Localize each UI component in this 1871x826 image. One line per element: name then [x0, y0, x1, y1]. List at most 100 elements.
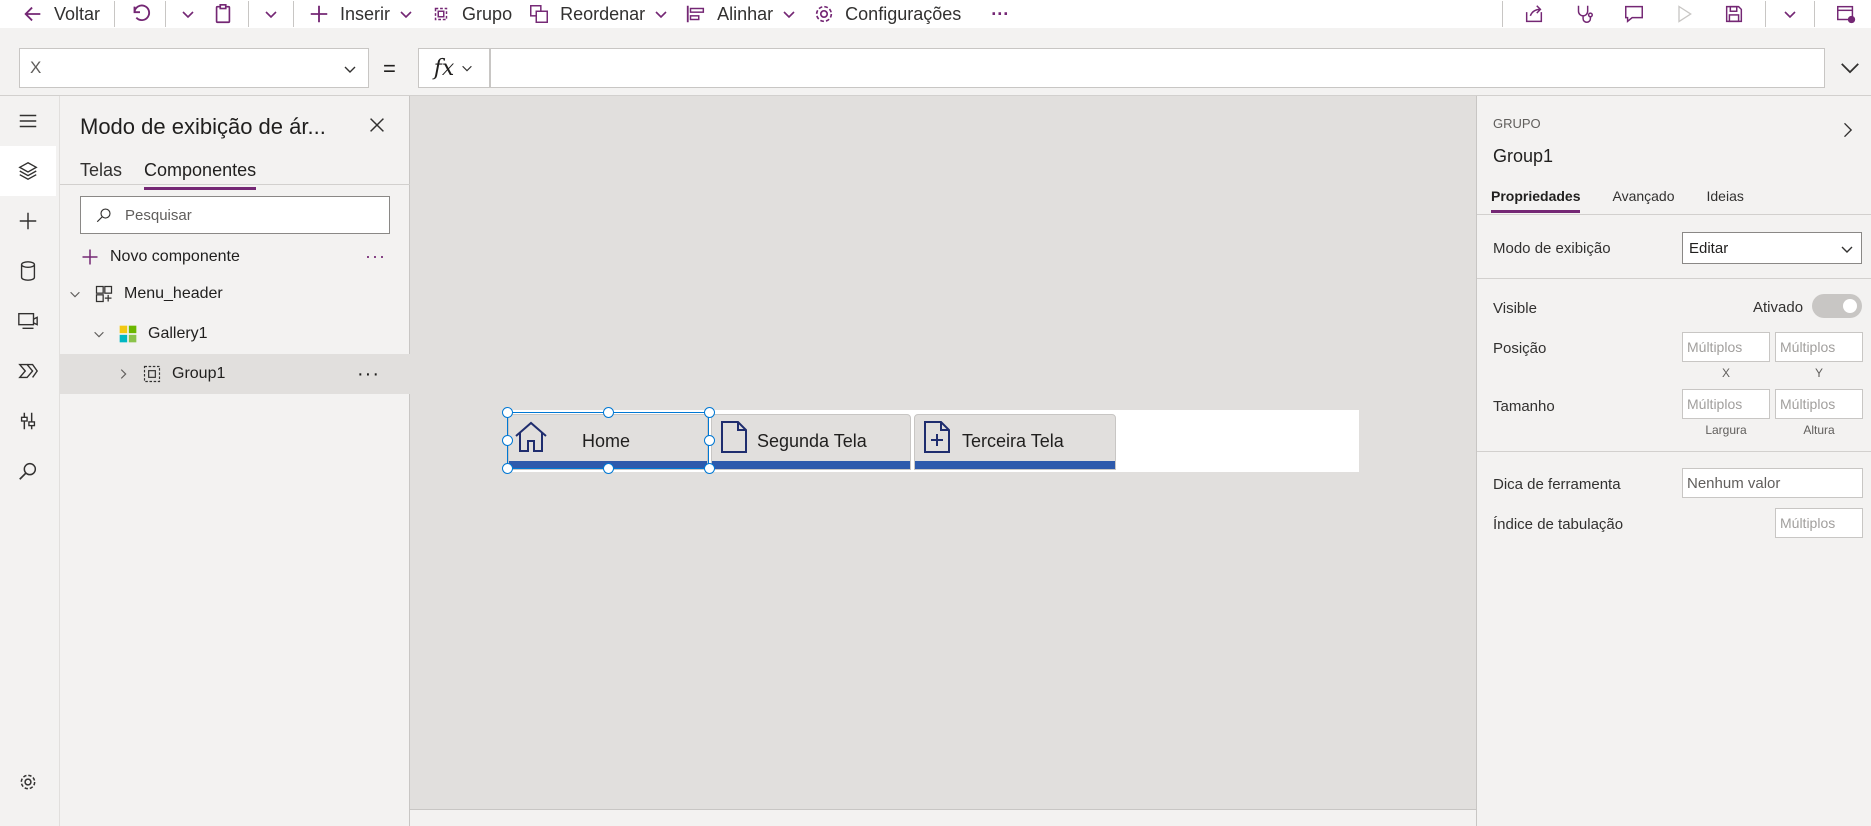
paste-menu-button[interactable] [255, 0, 287, 28]
chevron-down-icon[interactable] [92, 327, 106, 341]
tab-components[interactable]: Componentes [144, 160, 257, 190]
undo-button[interactable] [121, 0, 159, 28]
media-button[interactable] [0, 296, 56, 346]
resize-handle[interactable] [603, 407, 614, 418]
new-component-button[interactable]: Novo componente ··· [80, 242, 400, 272]
control-name[interactable]: Group1 [1493, 146, 1553, 167]
comments-button[interactable] [1609, 0, 1659, 28]
chevron-down-icon [265, 11, 277, 19]
tooltip-label: Dica de ferramenta [1493, 476, 1621, 493]
chevron-right-icon[interactable] [1837, 120, 1857, 140]
new-component-more-button[interactable]: ··· [365, 246, 386, 267]
save-menu-button[interactable] [1772, 0, 1808, 28]
nav-button-label: Terceira Tela [962, 431, 1064, 451]
height-field[interactable]: Múltiplos [1775, 389, 1863, 419]
insert-rail-button[interactable] [0, 196, 56, 246]
tree-node-label: Menu_header [124, 285, 223, 302]
resize-handle[interactable] [704, 407, 715, 418]
formula-input[interactable] [490, 48, 1825, 88]
selection-box [507, 412, 709, 469]
position-y-field[interactable]: Múltiplos [1775, 332, 1863, 362]
tree-node-label: Group1 [172, 365, 226, 382]
save-button[interactable] [1709, 0, 1759, 28]
equals-sign: = [383, 56, 396, 81]
tab-properties[interactable]: Propriedades [1491, 188, 1581, 213]
resize-handle[interactable] [502, 463, 513, 474]
accent-bar [712, 461, 910, 469]
clipboard-icon [215, 4, 231, 24]
chevron-down-icon[interactable] [68, 287, 82, 301]
accent-bar [915, 461, 1115, 469]
chevron-down-icon [1841, 246, 1853, 253]
property-dropdown[interactable]: X [19, 48, 369, 88]
plus-icon [19, 212, 37, 230]
arrow-left-icon [24, 6, 41, 22]
align-button[interactable]: Alinhar [677, 0, 805, 28]
tree-view-button[interactable] [0, 146, 56, 196]
group-button[interactable]: Grupo [422, 0, 520, 28]
tree-node-gallery1[interactable]: Gallery1 [60, 314, 410, 354]
visible-toggle[interactable] [1812, 294, 1862, 318]
width-caption: Largura [1705, 423, 1747, 437]
insert-label: Inserir [340, 3, 391, 24]
resize-handle[interactable] [502, 407, 513, 418]
close-icon[interactable] [366, 114, 388, 136]
settings-rail-button[interactable] [0, 757, 56, 807]
data-button[interactable] [0, 246, 56, 296]
chevron-down-icon [1841, 63, 1859, 74]
reorder-label: Reordenar [560, 3, 646, 24]
preview-button[interactable] [1659, 0, 1709, 28]
reorder-button[interactable]: Reordenar [520, 0, 677, 28]
divider [60, 184, 410, 185]
display-mode-dropdown[interactable]: Editar [1682, 232, 1862, 264]
resize-handle[interactable] [603, 463, 614, 474]
power-automate-button[interactable] [0, 346, 56, 396]
tooltip-field[interactable]: Nenhum valor [1682, 468, 1863, 498]
chevron-right-icon[interactable] [116, 367, 130, 381]
paste-button[interactable] [204, 0, 242, 28]
nav-button-terceira-tela[interactable]: Terceira Tela [914, 414, 1116, 470]
share-button[interactable] [1509, 0, 1559, 28]
component-icon [95, 285, 113, 303]
tree-node-menu-header[interactable]: Menu_header [60, 274, 410, 314]
hamburger-button[interactable] [0, 96, 56, 146]
property-value: X [30, 58, 42, 77]
settings-button[interactable]: Configurações [805, 0, 969, 28]
plus-icon [310, 5, 328, 23]
resize-handle[interactable] [704, 463, 715, 474]
tab-advanced[interactable]: Avançado [1612, 188, 1674, 213]
tree-node-group1[interactable]: Group1 ··· [60, 354, 410, 394]
tab-screens[interactable]: Telas [80, 160, 122, 190]
share-icon [1525, 5, 1543, 23]
separator [248, 1, 250, 27]
back-button[interactable]: Voltar [0, 0, 108, 28]
divider [1477, 214, 1871, 215]
nav-button-segunda-tela[interactable]: Segunda Tela [711, 414, 911, 470]
resize-handle[interactable] [704, 435, 715, 446]
node-more-button[interactable]: ··· [357, 363, 380, 386]
expand-formula-button[interactable] [1830, 48, 1870, 88]
insert-button[interactable]: Inserir [300, 0, 422, 28]
tab-ideas[interactable]: Ideias [1707, 188, 1744, 213]
undo-menu-button[interactable] [172, 0, 204, 28]
align-left-icon [686, 5, 705, 23]
display-mode-value: Editar [1689, 239, 1729, 257]
nav-button-label: Segunda Tela [757, 431, 867, 451]
tab-index-field[interactable]: Múltiplos [1775, 508, 1863, 538]
divider [1477, 278, 1871, 279]
position-x-field[interactable]: Múltiplos [1682, 332, 1770, 362]
search-input[interactable]: Pesquisar [80, 196, 390, 234]
chevron-down-icon [1784, 11, 1796, 19]
more-commands-button[interactable]: ··· [983, 0, 1017, 28]
group-icon [143, 365, 161, 383]
function-button[interactable]: fx [418, 48, 490, 88]
advanced-tools-button[interactable] [0, 396, 56, 446]
chevron-down-icon [462, 65, 473, 72]
search-rail-button[interactable] [0, 446, 56, 496]
resize-handle[interactable] [502, 435, 513, 446]
app-checker-button[interactable] [1559, 0, 1609, 28]
publish-icon [1837, 5, 1856, 24]
separator [114, 1, 116, 27]
publish-button[interactable] [1821, 0, 1871, 28]
width-field[interactable]: Múltiplos [1682, 389, 1770, 419]
